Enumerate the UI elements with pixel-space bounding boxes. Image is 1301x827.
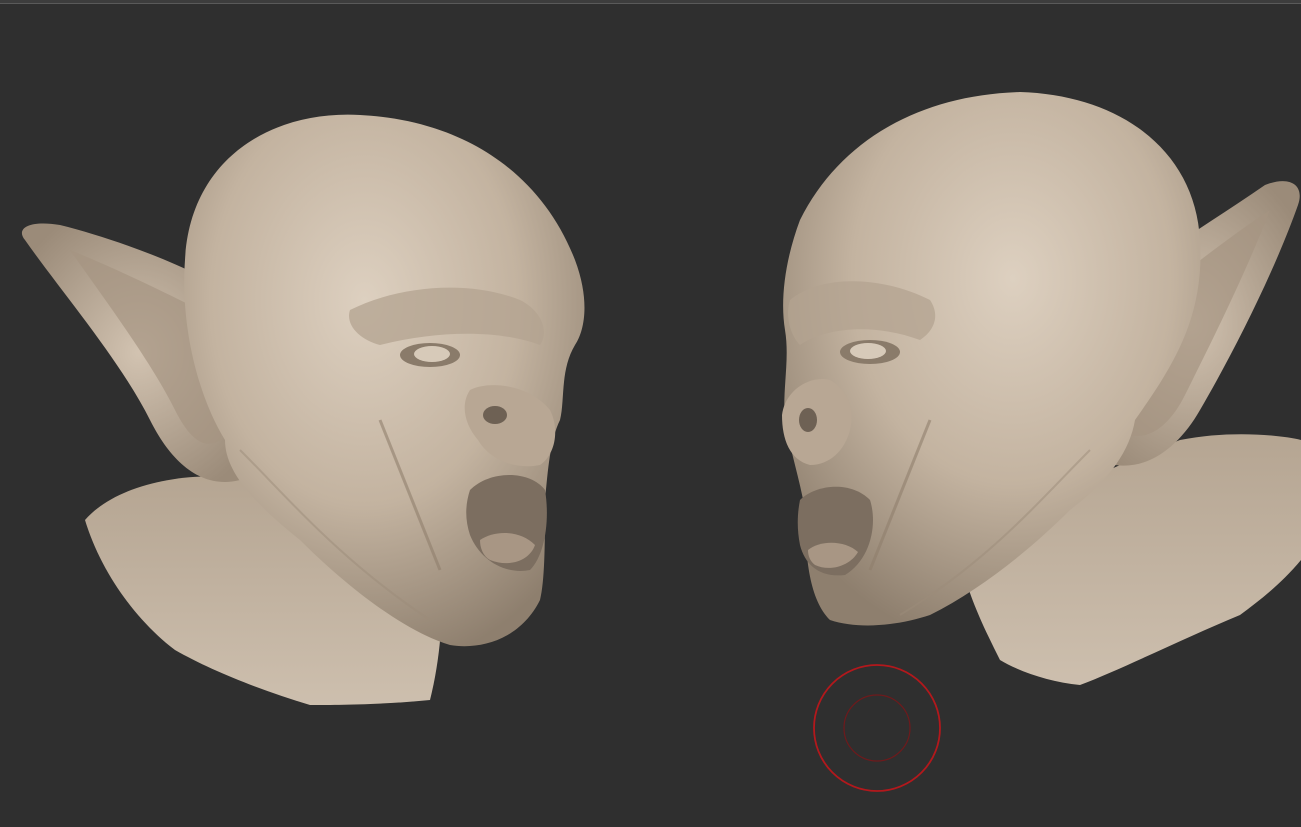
nostril-left (483, 406, 507, 424)
sculpt-head-right[interactable] (782, 92, 1301, 685)
eye-left-ball (414, 346, 450, 362)
sculpt-viewport[interactable] (0, 0, 1301, 827)
viewport-canvas[interactable] (0, 0, 1301, 827)
sculpt-head-left[interactable] (21, 114, 585, 705)
eye-right-ball (850, 343, 886, 359)
brush-cursor-icon[interactable] (813, 664, 941, 792)
nostril-right (799, 408, 817, 432)
